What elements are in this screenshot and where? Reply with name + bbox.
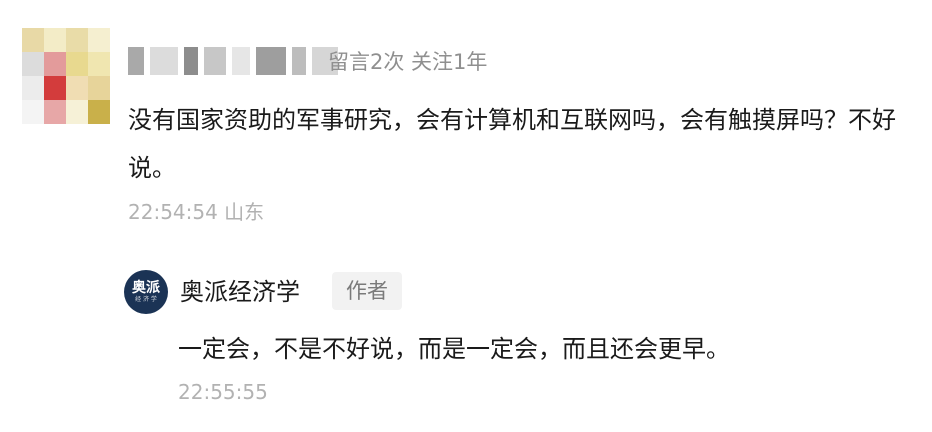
avatar-pixel bbox=[66, 28, 88, 52]
avatar-pixel bbox=[88, 52, 110, 76]
name-blur-block bbox=[150, 47, 178, 75]
comment-text: 没有国家资助的军事研究，会有计算机和互联网吗，会有触摸屏吗？不好说。 bbox=[128, 106, 896, 182]
name-blur-block bbox=[292, 47, 306, 75]
commenter-meta: 留言2次 关注1年 bbox=[328, 50, 488, 74]
name-blur-block bbox=[232, 47, 250, 75]
name-blur-block bbox=[256, 47, 286, 75]
avatar-pixel bbox=[44, 52, 66, 76]
reply-text: 一定会，不是不好说，而是一定会，而且还会更早。 bbox=[178, 335, 730, 363]
avatar-pixel bbox=[22, 28, 44, 52]
author-badge: 作者 bbox=[332, 272, 402, 310]
reply-timestamp: 22:55:55 bbox=[178, 380, 268, 404]
avatar-pixel bbox=[44, 100, 66, 124]
name-blur-block bbox=[128, 47, 144, 75]
name-blur-block bbox=[184, 47, 198, 75]
author-name[interactable]: 奥派经济学 bbox=[180, 276, 300, 308]
author-logo-subtext: 经 济 学 bbox=[135, 296, 157, 303]
author-avatar[interactable]: 奥派 经 济 学 bbox=[124, 270, 168, 314]
avatar-pixel bbox=[88, 76, 110, 100]
avatar-pixel bbox=[88, 28, 110, 52]
comment-timestamp: 22:54:54 山东 bbox=[128, 200, 265, 224]
avatar-pixel bbox=[88, 100, 110, 124]
author-logo-text: 奥派 bbox=[132, 280, 160, 296]
name-blur-block bbox=[204, 47, 226, 75]
avatar-pixel bbox=[44, 28, 66, 52]
avatar-pixel bbox=[22, 52, 44, 76]
avatar-pixel bbox=[66, 76, 88, 100]
avatar-pixel bbox=[22, 100, 44, 124]
commenter-avatar[interactable] bbox=[22, 28, 110, 124]
avatar-pixel bbox=[66, 52, 88, 76]
avatar-pixel bbox=[66, 100, 88, 124]
commenter-name-blurred[interactable] bbox=[128, 44, 338, 78]
avatar-pixel bbox=[22, 76, 44, 100]
avatar-pixel bbox=[44, 76, 66, 100]
